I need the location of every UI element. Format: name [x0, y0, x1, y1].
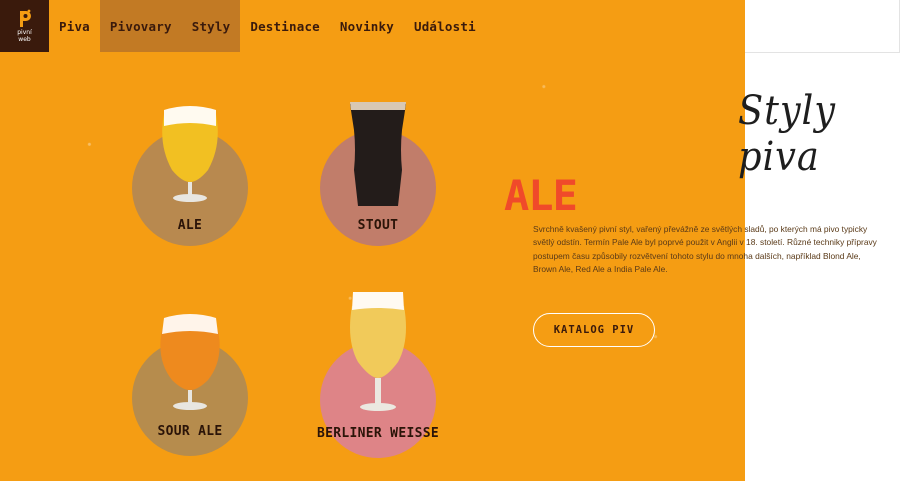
- beer-foam: [164, 106, 216, 126]
- beer-card-stout[interactable]: STOUT: [318, 100, 438, 250]
- nav-item-pivovary[interactable]: Pivovary: [99, 0, 182, 52]
- beer-foam: [352, 292, 404, 310]
- nav-item-styly[interactable]: Styly: [181, 0, 241, 52]
- nav-item-destinace[interactable]: Destinace: [240, 0, 330, 52]
- nav-item-piva[interactable]: Piva: [49, 0, 100, 52]
- glass-base: [173, 402, 207, 410]
- beer-label: ALE: [177, 218, 203, 233]
- tulip-glass-icon: [162, 106, 218, 202]
- glass-base: [360, 403, 396, 411]
- nav-item-udalosti[interactable]: Události: [404, 0, 486, 52]
- beer-liquid: [350, 306, 406, 378]
- beer-foam: [162, 314, 218, 334]
- beer-card-berliner-weisse[interactable]: BERLINER WEISSE: [317, 290, 439, 458]
- catalog-button[interactable]: KATALOG PIV: [533, 313, 655, 347]
- glass-stem: [188, 182, 192, 196]
- beer-label: BERLINER WEISSE: [317, 426, 439, 441]
- logo[interactable]: pivní web: [0, 0, 49, 52]
- glass-stem: [375, 378, 381, 404]
- style-description: Svrchně kvašený pivní styl, vařený převá…: [533, 224, 877, 274]
- weisse-glass-icon: [350, 292, 406, 411]
- page-title: Styly piva: [738, 88, 836, 180]
- logo-text-line2: web: [18, 36, 31, 43]
- glass-base: [173, 194, 207, 202]
- beer-liquid: [350, 104, 406, 206]
- main-nav: pivní web Piva Pivovary Styly Destinace …: [0, 0, 745, 52]
- beer-card-ale[interactable]: ALE: [130, 100, 250, 250]
- style-heading: ALE: [504, 171, 578, 220]
- beer-label: SOUR ALE: [157, 424, 223, 439]
- beer-liquid: [160, 330, 220, 390]
- beer-label: STOUT: [357, 218, 399, 233]
- beer-card-sour-ale[interactable]: SOUR ALE: [130, 310, 250, 460]
- logo-icon: [19, 9, 31, 27]
- header-divider: [745, 52, 900, 53]
- beer-foam: [350, 102, 406, 110]
- pint-glass-icon: [350, 102, 406, 206]
- nav-item-novinky[interactable]: Novinky: [330, 0, 404, 52]
- glass-stem: [188, 390, 192, 404]
- snifter-glass-icon: [160, 314, 220, 410]
